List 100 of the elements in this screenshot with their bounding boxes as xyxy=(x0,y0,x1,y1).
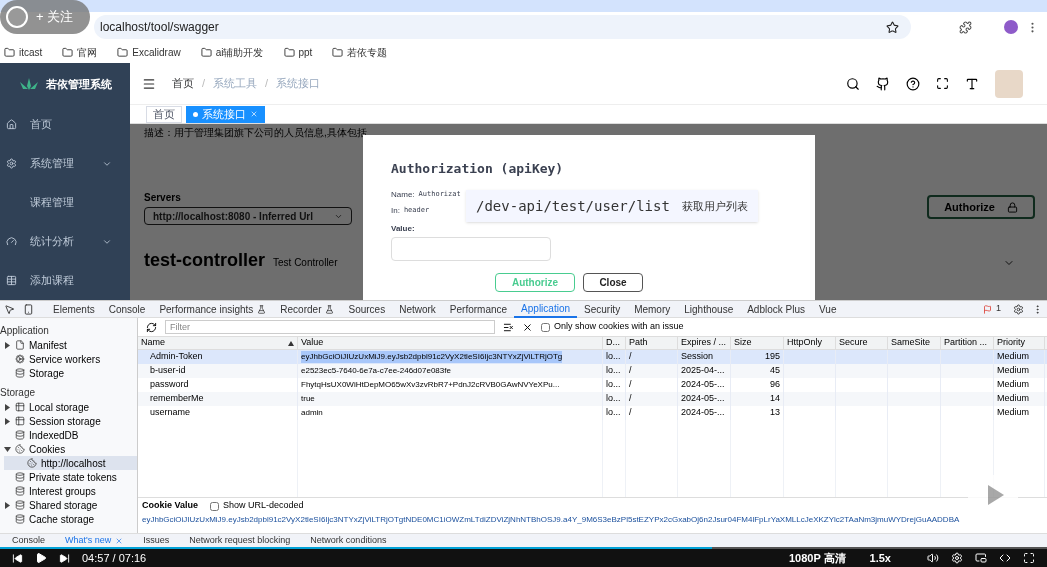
tree-item[interactable]: http://localhost xyxy=(4,456,137,470)
column-header[interactable]: SameSite xyxy=(888,337,941,349)
devtools-tab[interactable]: Recorder xyxy=(273,300,342,318)
bookmark-item[interactable]: 若依专题 xyxy=(332,45,388,60)
volume-icon[interactable] xyxy=(927,552,939,564)
quality-selector[interactable]: 1080P 高清 xyxy=(788,549,846,567)
tree-item[interactable]: Manifest xyxy=(4,338,137,352)
speed-selector[interactable]: 1.5x xyxy=(869,549,891,567)
cookie-row[interactable]: Admin-Token eyJhbGciOiJIUzUxMiJ9.eyJsb2dpbl91c2VyX2tleSI6Ijc3NTYxZjViLTRjOTg lo... / Session 195 Medium xyxy=(138,350,1047,364)
value-input[interactable] xyxy=(391,236,551,261)
bookmark-item[interactable]: ai辅助开发 xyxy=(200,45,264,60)
widescreen-icon[interactable] xyxy=(999,552,1011,564)
drawer-tab[interactable]: What's new xyxy=(65,533,124,548)
tree-item[interactable]: Interest groups xyxy=(4,484,137,498)
fullscreen-icon[interactable] xyxy=(1023,552,1035,564)
next-icon[interactable] xyxy=(59,552,70,564)
devtools-tab[interactable]: Sources xyxy=(341,300,393,318)
devtools-tab[interactable]: Memory xyxy=(627,300,678,318)
caret-right-icon[interactable] xyxy=(4,341,11,349)
filter-field[interactable]: Filter xyxy=(165,320,495,334)
sidebar-item[interactable]: 课程管理 xyxy=(0,183,130,222)
bookmark-item[interactable]: ppt xyxy=(283,45,313,60)
url-decoded-checkbox[interactable] xyxy=(210,501,220,511)
github-icon[interactable] xyxy=(876,76,890,91)
profile-avatar[interactable] xyxy=(1004,20,1018,34)
tree-item[interactable]: Session storage xyxy=(4,414,137,428)
sidebar-item[interactable]: 系统管理 xyxy=(0,144,130,183)
tree-item[interactable]: Private state tokens xyxy=(4,470,137,484)
app-logo-text: 若依管理系统 xyxy=(46,76,112,92)
drawer-tab[interactable]: Network request blocking xyxy=(189,533,291,548)
menu-toggle-icon[interactable] xyxy=(142,76,156,91)
devtools-tab[interactable]: Console xyxy=(101,300,153,318)
table-cell: / xyxy=(629,392,632,406)
devtools-tab[interactable]: Network xyxy=(392,300,443,318)
extensions-icon[interactable] xyxy=(959,20,972,34)
tree-item[interactable]: Cookies xyxy=(4,442,137,456)
previous-icon[interactable] xyxy=(12,552,23,564)
tree-item[interactable]: Service workers xyxy=(4,352,137,366)
server-select[interactable]: http://localhost:8080 - Inferred Url xyxy=(144,207,352,225)
devtools-tab[interactable]: Performance insights xyxy=(152,300,274,318)
issues-counter[interactable]: 1 xyxy=(983,302,1001,316)
devtools-tab[interactable]: Lighthouse xyxy=(677,300,741,318)
caret-down-icon[interactable] xyxy=(4,445,11,453)
drawer-tab[interactable]: Issues xyxy=(143,533,170,548)
tree-item[interactable]: Local storage xyxy=(4,400,137,414)
close-button[interactable]: Close xyxy=(583,272,643,292)
sidebar-item[interactable]: 首页 xyxy=(0,105,130,144)
column-header[interactable]: HttpOnly xyxy=(784,337,836,349)
column-header[interactable]: Partition ... xyxy=(941,337,994,349)
cookie-row[interactable]: b-user-id e2523ec5-7640-6e7a-c7ee-246d07e083fe lo... / 2025-04-... 45 Medium xyxy=(138,364,1047,378)
cookie-row[interactable]: rememberMe true lo... / 2024-05-... 14 Medium xyxy=(138,392,1047,406)
breadcrumb-item[interactable]: 首页 xyxy=(172,75,194,92)
column-header[interactable]: Path xyxy=(626,337,678,349)
caret-right-icon[interactable] xyxy=(4,501,11,509)
caret-right-icon[interactable] xyxy=(4,417,11,425)
settings-icon[interactable] xyxy=(1013,303,1024,315)
cookie-value-text: eyJhbGciOiJIUzUxMiJ9.eyJsb2dpbl91c2VyX2tleSI6Ijc3NTYxZjViLTRjOTgtNDE0MC1iOWZmLTdiZDViZjNhNTBhOSJ9.a4Y_9M6S3eBzPl5stEZYPx2cGxabOj6n2Jsur04FM4lFpLrYaXMLLcJeXKZYlc2TAaNm3jmuWYDrejGuAADDBA xyxy=(142,514,961,526)
refresh-icon[interactable] xyxy=(146,321,157,333)
tree-item[interactable]: Storage xyxy=(4,366,137,380)
devtools-tab[interactable]: Performance xyxy=(442,300,515,318)
devtools-tab[interactable]: Elements xyxy=(46,300,102,318)
drawer-tab[interactable]: Network conditions xyxy=(310,533,387,548)
clear-filtered-icon[interactable] xyxy=(503,321,514,333)
column-header[interactable]: Priority xyxy=(994,337,1045,349)
picture-in-picture-icon[interactable] xyxy=(975,552,987,564)
authorize-button[interactable]: Authorize xyxy=(927,195,1035,219)
devtools-tab[interactable]: Application xyxy=(514,300,577,318)
devtools-tab[interactable]: Security xyxy=(577,300,628,318)
search-icon[interactable] xyxy=(846,76,860,91)
controller-title[interactable]: test-controller xyxy=(144,247,266,274)
devtools-tab[interactable]: Vue xyxy=(812,300,844,318)
devtools-tab[interactable]: Adblock Plus xyxy=(740,300,812,318)
issue-checkbox[interactable] xyxy=(541,322,550,332)
inspect-icon[interactable] xyxy=(4,303,15,315)
sidebar-item[interactable]: 添加课程 xyxy=(0,261,130,300)
column-header[interactable]: D... xyxy=(603,337,626,349)
bookmark-item[interactable]: Excalidraw xyxy=(117,45,181,60)
tree-item[interactable]: IndexedDB xyxy=(4,428,137,442)
column-header[interactable]: Name xyxy=(138,337,298,349)
address-bar[interactable]: localhost/tool/swagger xyxy=(94,15,911,39)
bookmark-item[interactable]: itcast xyxy=(4,45,43,60)
play-icon[interactable] xyxy=(35,552,47,564)
device-toolbar-icon[interactable] xyxy=(23,303,34,315)
column-header[interactable]: Expires / ... xyxy=(678,337,731,349)
drawer-tab[interactable]: Console xyxy=(12,533,46,548)
bookmark-item[interactable]: 官网 xyxy=(62,45,98,60)
caret-right-icon[interactable] xyxy=(4,403,11,411)
column-header[interactable]: Secure xyxy=(836,337,888,349)
tree-item[interactable]: Cache storage xyxy=(4,512,137,526)
page-tab[interactable]: 首页 xyxy=(146,105,182,123)
column-header[interactable]: Value xyxy=(298,337,603,349)
column-header[interactable]: Size xyxy=(731,337,784,349)
fullscreen-icon[interactable] xyxy=(936,77,949,90)
tree-item[interactable]: Shared storage xyxy=(4,498,137,512)
clear-icon[interactable] xyxy=(522,321,533,333)
sidebar-item[interactable]: 统计分析 xyxy=(0,222,130,261)
font-size-icon[interactable] xyxy=(965,76,979,91)
table-cell: eyJhbGciOiJIUzUxMiJ9.eyJsb2dpbl91c2VyX2tleSI6Ijc3NTYxZjViLTRjOTg xyxy=(301,351,563,363)
bookmark-star-icon[interactable] xyxy=(886,20,899,34)
help-icon[interactable] xyxy=(906,76,920,91)
